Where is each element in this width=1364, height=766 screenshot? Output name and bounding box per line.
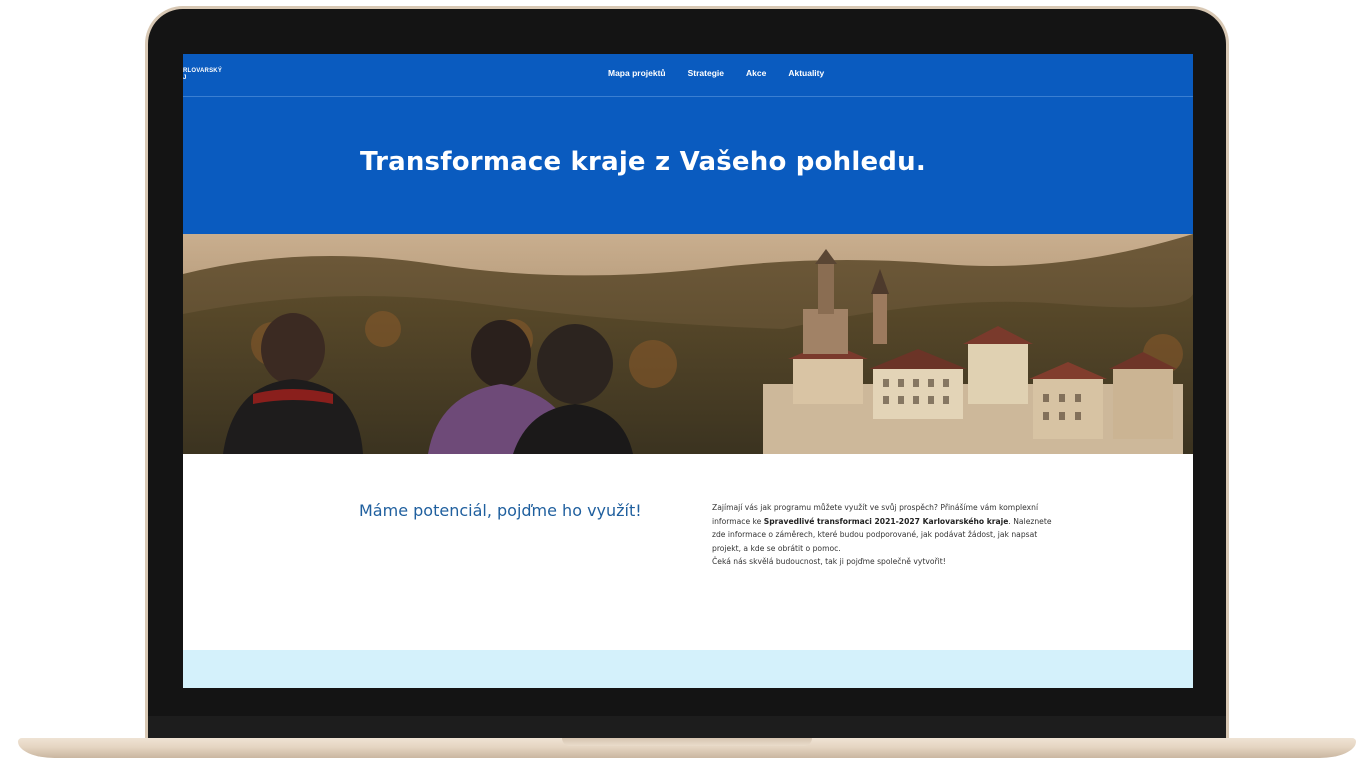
nav-item-akce[interactable]: Akce (746, 68, 766, 78)
intro-section: Máme potenciál, pojďme ho využít! Zajíma… (183, 454, 1193, 650)
site-logo[interactable]: RLOVARSKÝ J (183, 68, 222, 82)
logo-line-1: RLOVARSKÝ (183, 68, 223, 74)
nav-item-aktuality[interactable]: Aktuality (788, 68, 824, 78)
nav-item-strategie[interactable]: Strategie (688, 68, 724, 78)
laptop-notch (562, 738, 812, 746)
browser-screen: RLOVARSKÝ J Mapa projektů Strategie Akce… (183, 54, 1193, 688)
logo-line-2: J (183, 75, 187, 81)
hero-banner: Transformace kraje z Vašeho pohledu. (183, 97, 1193, 234)
laptop-mockup: RLOVARSKÝ J Mapa projektů Strategie Akce… (0, 0, 1364, 766)
nav-menu: Mapa projektů Strategie Akce Aktuality (608, 68, 846, 78)
hero-photo (183, 234, 1193, 454)
hero-title: Transformace kraje z Vašeho pohledu. (360, 147, 926, 177)
intro-text: Zajímají vás jak programu můžete využít … (712, 501, 1052, 569)
town-landscape-image (183, 234, 1193, 454)
intro-text-bold: Spravedlivé transformaci 2021-2027 Karlo… (763, 516, 1009, 526)
nav-item-mapa-projektu[interactable]: Mapa projektů (608, 68, 666, 78)
top-navigation: RLOVARSKÝ J Mapa projektů Strategie Akce… (183, 54, 1193, 97)
intro-text-line2: Čeká nás skvělá budoucnost, tak ji pojďm… (712, 557, 946, 566)
intro-heading: Máme potenciál, pojďme ho využít! (359, 501, 642, 520)
next-section-band (183, 650, 1193, 688)
